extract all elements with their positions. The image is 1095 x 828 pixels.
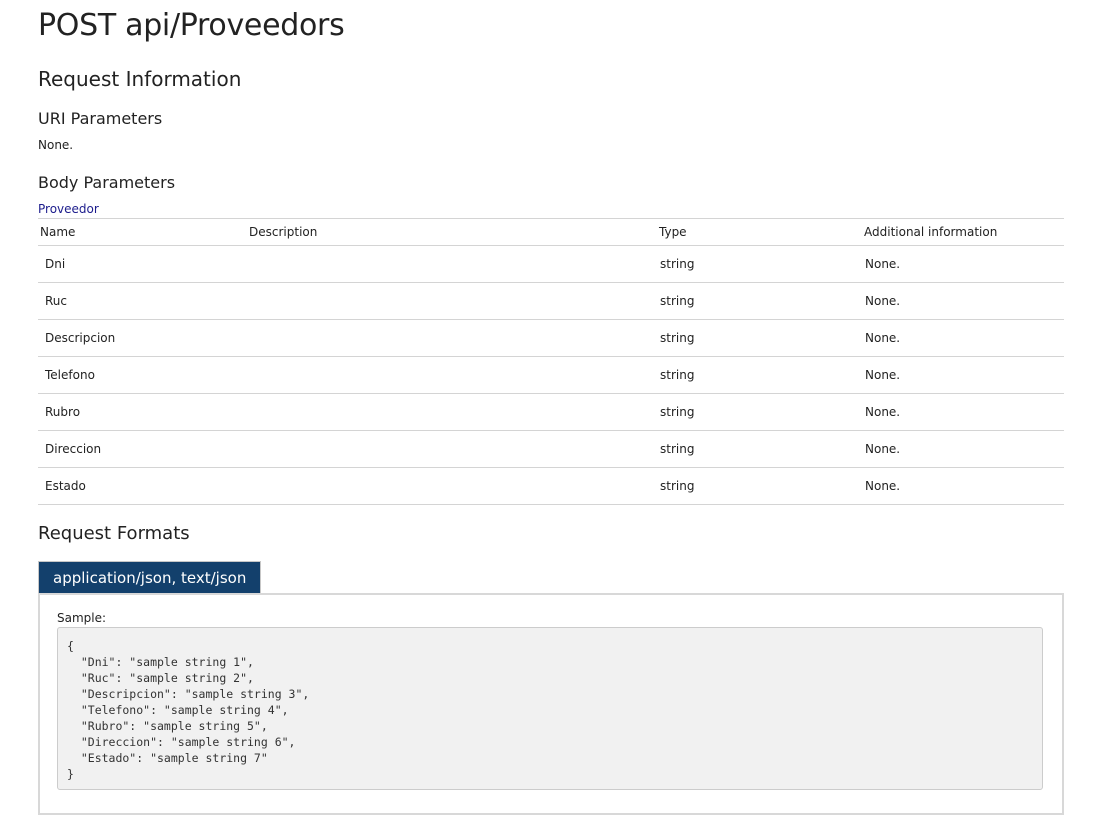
column-header-description: Description (247, 218, 657, 246)
request-formats-heading: Request Formats (38, 523, 190, 544)
param-description (247, 467, 657, 505)
param-additional-info: None. (862, 467, 1064, 505)
proveedor-type-link[interactable]: Proveedor (38, 202, 99, 216)
table-row: Dni string None. (38, 245, 1064, 283)
param-name: Rubro (38, 393, 247, 431)
param-type: string (657, 467, 862, 505)
param-description (247, 319, 657, 357)
table-row: Direccion string None. (38, 430, 1064, 468)
param-type: string (657, 282, 862, 320)
uri-parameters-heading: URI Parameters (38, 109, 163, 128)
page-title: POST api/Proveedors (38, 8, 345, 43)
param-type: string (657, 393, 862, 431)
param-description (247, 282, 657, 320)
table-row: Estado string None. (38, 467, 1064, 505)
param-additional-info: None. (862, 319, 1064, 357)
param-type: string (657, 430, 862, 468)
table-row: Telefono string None. (38, 356, 1064, 394)
column-header-name: Name (38, 218, 247, 246)
param-name: Dni (38, 245, 247, 283)
param-description (247, 356, 657, 394)
param-additional-info: None. (862, 430, 1064, 468)
param-name: Direccion (38, 430, 247, 468)
sample-box: { "Dni": "sample string 1", "Ruc": "samp… (57, 627, 1043, 790)
param-description (247, 245, 657, 283)
uri-parameters-value: None. (38, 138, 74, 152)
param-name: Telefono (38, 356, 247, 394)
param-description (247, 430, 657, 468)
param-type: string (657, 245, 862, 283)
param-additional-info: None. (862, 356, 1064, 394)
param-name: Descripcion (38, 319, 247, 357)
param-name: Estado (38, 467, 247, 505)
body-parameters-heading: Body Parameters (38, 173, 176, 192)
body-parameters-table: Name Description Type Additional informa… (38, 218, 1064, 505)
sample-code: { "Dni": "sample string 1", "Ruc": "samp… (67, 639, 310, 781)
table-header-row: Name Description Type Additional informa… (38, 218, 1064, 246)
param-name: Ruc (38, 282, 247, 320)
column-header-additional-information: Additional information (862, 218, 1064, 246)
table-row: Rubro string None. (38, 393, 1064, 431)
param-type: string (657, 356, 862, 394)
column-header-type: Type (657, 218, 862, 246)
sample-label: Sample: (57, 611, 107, 625)
tab-application-json[interactable]: application/json, text/json (38, 561, 262, 593)
param-additional-info: None. (862, 393, 1064, 431)
table-row: Descripcion string None. (38, 319, 1064, 357)
table-row: Ruc string None. (38, 282, 1064, 320)
param-additional-info: None. (862, 245, 1064, 283)
param-additional-info: None. (862, 282, 1064, 320)
request-information-heading: Request Information (38, 67, 242, 91)
request-format-panel: Sample: { "Dni": "sample string 1", "Ruc… (38, 593, 1064, 815)
param-type: string (657, 319, 862, 357)
param-description (247, 393, 657, 431)
